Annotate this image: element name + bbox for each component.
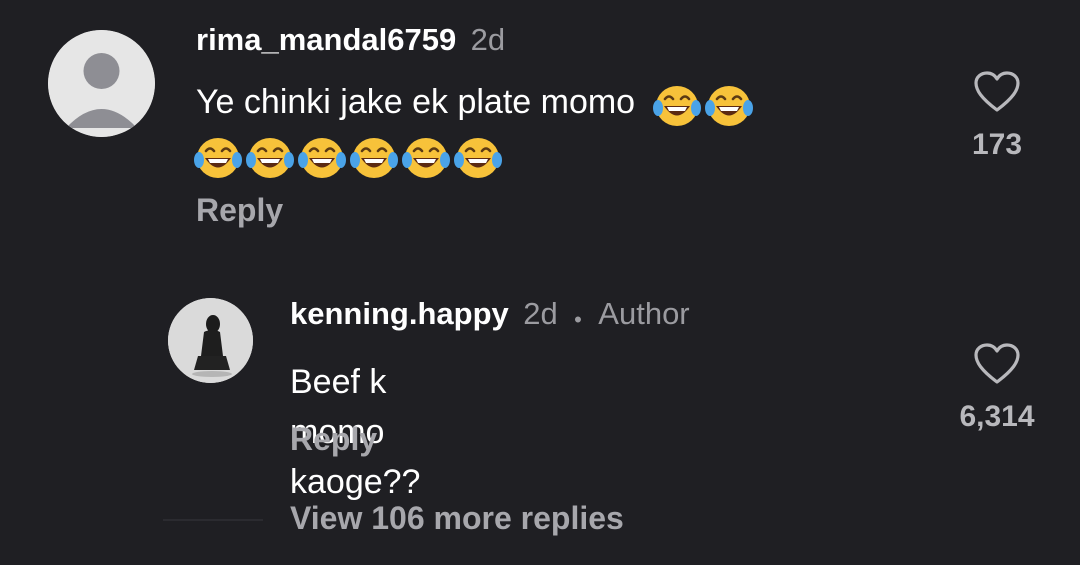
separator-dot: • <box>574 306 582 332</box>
avatar[interactable] <box>168 298 253 383</box>
username[interactable]: kenning.happy <box>290 296 509 331</box>
like-button[interactable]: 173 <box>960 70 1034 162</box>
reply-button[interactable]: Reply <box>196 192 283 229</box>
timestamp: 2d <box>523 296 558 331</box>
comment-body: Ye chinki jake ek plate momo <box>196 83 636 121</box>
comment-text: Ye chinki jake ek plate momo <box>196 77 916 181</box>
emoji-group <box>194 131 506 181</box>
laughing-emoji-icon <box>350 135 398 181</box>
comment-header: rima_mandal6759 2d <box>196 22 505 58</box>
username[interactable]: rima_mandal6759 <box>196 22 456 57</box>
reply-button[interactable]: Reply <box>290 421 377 458</box>
author-badge: Author <box>598 296 690 331</box>
laughing-emoji-icon <box>653 83 701 129</box>
heart-icon <box>974 343 1020 384</box>
comment-header: kenning.happy 2d • Author <box>290 296 690 333</box>
profile-photo-icon <box>168 298 253 383</box>
laughing-emoji-icon <box>402 135 450 181</box>
laughing-emoji-icon <box>194 135 242 181</box>
laughing-emoji-icon <box>705 83 753 129</box>
default-avatar-icon <box>48 30 155 137</box>
like-count: 173 <box>971 128 1023 161</box>
laughing-emoji-icon <box>454 135 502 181</box>
laughing-emoji-icon <box>246 135 294 181</box>
divider <box>163 519 263 521</box>
like-count: 6,314 <box>959 400 1035 433</box>
like-button[interactable]: 6,314 <box>947 342 1047 434</box>
view-more-replies-button[interactable]: View 106 more replies <box>290 500 624 537</box>
heart-icon <box>974 71 1020 112</box>
timestamp: 2d <box>470 22 506 57</box>
avatar[interactable] <box>48 30 155 137</box>
laughing-emoji-icon <box>298 135 346 181</box>
emoji-group <box>653 79 757 129</box>
